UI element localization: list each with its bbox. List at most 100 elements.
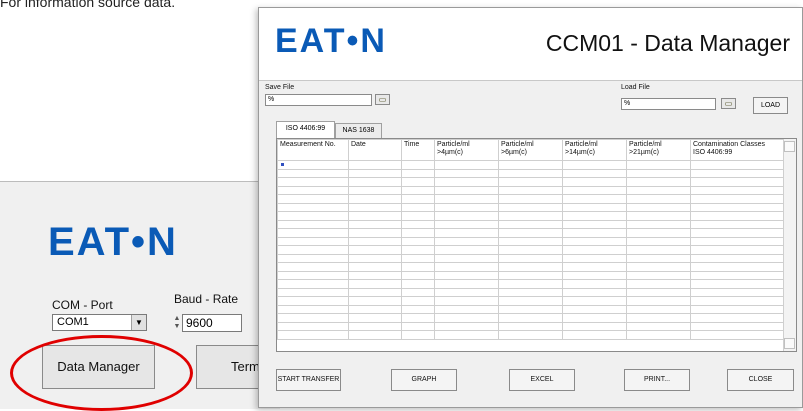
table-cell[interactable]: [277, 304, 349, 314]
table-cell[interactable]: [498, 321, 563, 331]
table-cell[interactable]: [562, 245, 627, 255]
table-row[interactable]: [277, 177, 785, 187]
table-cell[interactable]: [690, 287, 785, 297]
table-cell[interactable]: [348, 228, 402, 238]
table-cell[interactable]: [562, 160, 627, 170]
table-cell[interactable]: [401, 313, 435, 323]
table-cell[interactable]: [277, 313, 349, 323]
baud-rate-spinner-icon[interactable]: ▲ ▼: [172, 315, 182, 332]
table-cell[interactable]: [434, 253, 499, 263]
table-cell[interactable]: [562, 287, 627, 297]
table-cell[interactable]: [690, 313, 785, 323]
table-cell[interactable]: [277, 177, 349, 187]
column-header[interactable]: Contamination Classes ISO 4406:99: [690, 139, 785, 161]
table-cell[interactable]: [434, 160, 499, 170]
table-row[interactable]: [277, 245, 785, 255]
table-cell[interactable]: [277, 168, 349, 178]
table-cell[interactable]: [690, 236, 785, 246]
table-cell[interactable]: [401, 202, 435, 212]
table-cell[interactable]: [434, 194, 499, 204]
table-cell[interactable]: [348, 219, 402, 229]
table-cell[interactable]: [690, 262, 785, 272]
table-row[interactable]: [277, 313, 785, 323]
table-cell[interactable]: [562, 211, 627, 221]
browse-folder-icon[interactable]: ▭: [721, 98, 736, 109]
table-cell[interactable]: [626, 236, 691, 246]
table-cell[interactable]: [498, 202, 563, 212]
table-row[interactable]: [277, 270, 785, 280]
table-cell[interactable]: [277, 262, 349, 272]
table-cell[interactable]: [277, 296, 349, 306]
table-cell[interactable]: [690, 194, 785, 204]
table-cell[interactable]: [434, 287, 499, 297]
table-cell[interactable]: [434, 330, 499, 340]
table-cell[interactable]: [562, 304, 627, 314]
table-cell[interactable]: [562, 270, 627, 280]
table-cell[interactable]: [401, 168, 435, 178]
table-cell[interactable]: [562, 194, 627, 204]
table-cell[interactable]: [626, 185, 691, 195]
table-cell[interactable]: [626, 168, 691, 178]
table-cell[interactable]: [434, 313, 499, 323]
table-cell[interactable]: [401, 279, 435, 289]
table-cell[interactable]: [348, 279, 402, 289]
table-row[interactable]: [277, 168, 785, 178]
table-cell[interactable]: [498, 194, 563, 204]
table-cell[interactable]: [434, 262, 499, 272]
table-cell[interactable]: [626, 321, 691, 331]
table-cell[interactable]: [348, 262, 402, 272]
table-cell[interactable]: [690, 321, 785, 331]
table-row[interactable]: [277, 160, 785, 170]
table-row[interactable]: [277, 194, 785, 204]
table-cell[interactable]: [690, 202, 785, 212]
table-cell[interactable]: [434, 236, 499, 246]
table-row[interactable]: [277, 321, 785, 331]
table-cell[interactable]: [562, 202, 627, 212]
vertical-scrollbar[interactable]: [783, 139, 796, 351]
table-cell[interactable]: [401, 194, 435, 204]
table-cell[interactable]: [348, 202, 402, 212]
table-cell[interactable]: [562, 168, 627, 178]
table-cell[interactable]: [626, 330, 691, 340]
table-cell[interactable]: [277, 270, 349, 280]
table-cell[interactable]: [562, 262, 627, 272]
table-cell[interactable]: [348, 211, 402, 221]
table-cell[interactable]: [277, 245, 349, 255]
com-port-select[interactable]: COM1 ▼: [52, 314, 147, 331]
table-cell[interactable]: [562, 177, 627, 187]
table-cell[interactable]: [277, 236, 349, 246]
column-header[interactable]: Particle/ml >14µm(c): [562, 139, 627, 161]
table-cell[interactable]: [498, 168, 563, 178]
column-header[interactable]: Particle/ml >4µm(c): [434, 139, 499, 161]
table-row[interactable]: [277, 279, 785, 289]
table-cell[interactable]: [562, 321, 627, 331]
table-cell[interactable]: [690, 160, 785, 170]
table-cell[interactable]: [562, 228, 627, 238]
column-header[interactable]: Particle/ml >21µm(c): [626, 139, 691, 161]
table-cell[interactable]: [348, 270, 402, 280]
table-cell[interactable]: [434, 245, 499, 255]
table-cell[interactable]: [690, 270, 785, 280]
table-row[interactable]: [277, 253, 785, 263]
table-cell[interactable]: [498, 296, 563, 306]
tab-nas-1638[interactable]: NAS 1638: [335, 123, 382, 138]
save-file-path-input[interactable]: %: [265, 94, 372, 106]
table-cell[interactable]: [277, 253, 349, 263]
table-cell[interactable]: [562, 253, 627, 263]
table-cell[interactable]: [626, 177, 691, 187]
table-cell[interactable]: [434, 296, 499, 306]
tab-iso-4406[interactable]: ISO 4406:99: [276, 121, 335, 138]
table-cell[interactable]: [498, 313, 563, 323]
table-cell[interactable]: [434, 279, 499, 289]
table-cell[interactable]: [401, 185, 435, 195]
table-cell[interactable]: [277, 211, 349, 221]
column-header[interactable]: Particle/ml >6µm(c): [498, 139, 563, 161]
table-cell[interactable]: [690, 253, 785, 263]
table-cell[interactable]: [690, 279, 785, 289]
table-cell[interactable]: [348, 321, 402, 331]
load-button[interactable]: LOAD: [753, 97, 788, 114]
table-cell[interactable]: [348, 236, 402, 246]
table-row[interactable]: [277, 202, 785, 212]
table-cell[interactable]: [348, 194, 402, 204]
table-cell[interactable]: [626, 228, 691, 238]
